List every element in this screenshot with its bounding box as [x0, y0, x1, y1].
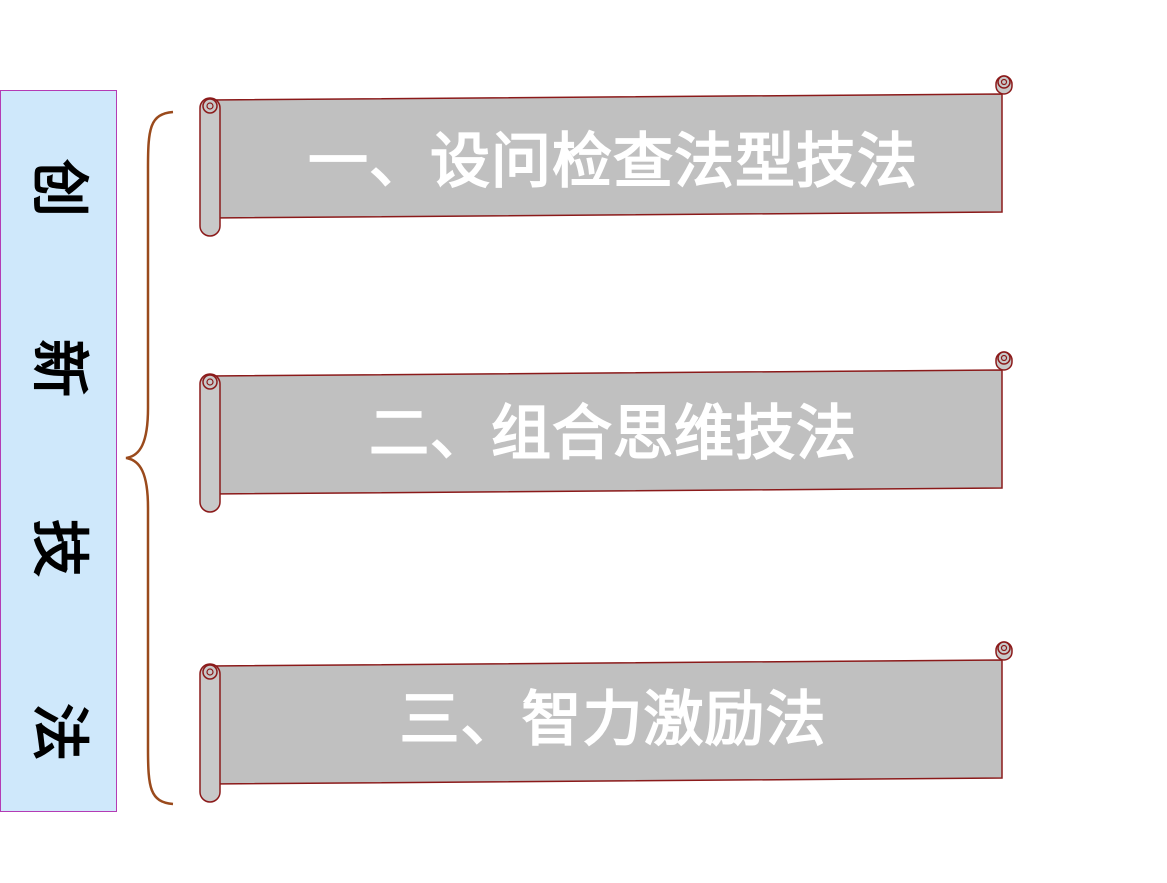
side-title-char-1: 创 [25, 158, 94, 217]
scroll-label-2: 二、组合思维技法 [369, 399, 857, 469]
curly-brace [125, 110, 174, 806]
scroll-label-3: 三、智力激励法 [399, 685, 827, 755]
side-title-char-4: 法 [25, 702, 94, 761]
scroll-banner-3[interactable]: 三、智力激励法 [196, 638, 1018, 808]
scroll-banner-1[interactable]: 一、设问检查法型技法 [196, 72, 1018, 242]
side-title-char-3: 技 [25, 518, 94, 577]
scroll-label-1: 一、设问检查法型技法 [308, 127, 918, 197]
side-title-char-2: 新 [25, 338, 94, 397]
scroll-banner-2[interactable]: 二、组合思维技法 [196, 348, 1018, 518]
side-title-box: 创 新 技 法 [0, 90, 117, 812]
